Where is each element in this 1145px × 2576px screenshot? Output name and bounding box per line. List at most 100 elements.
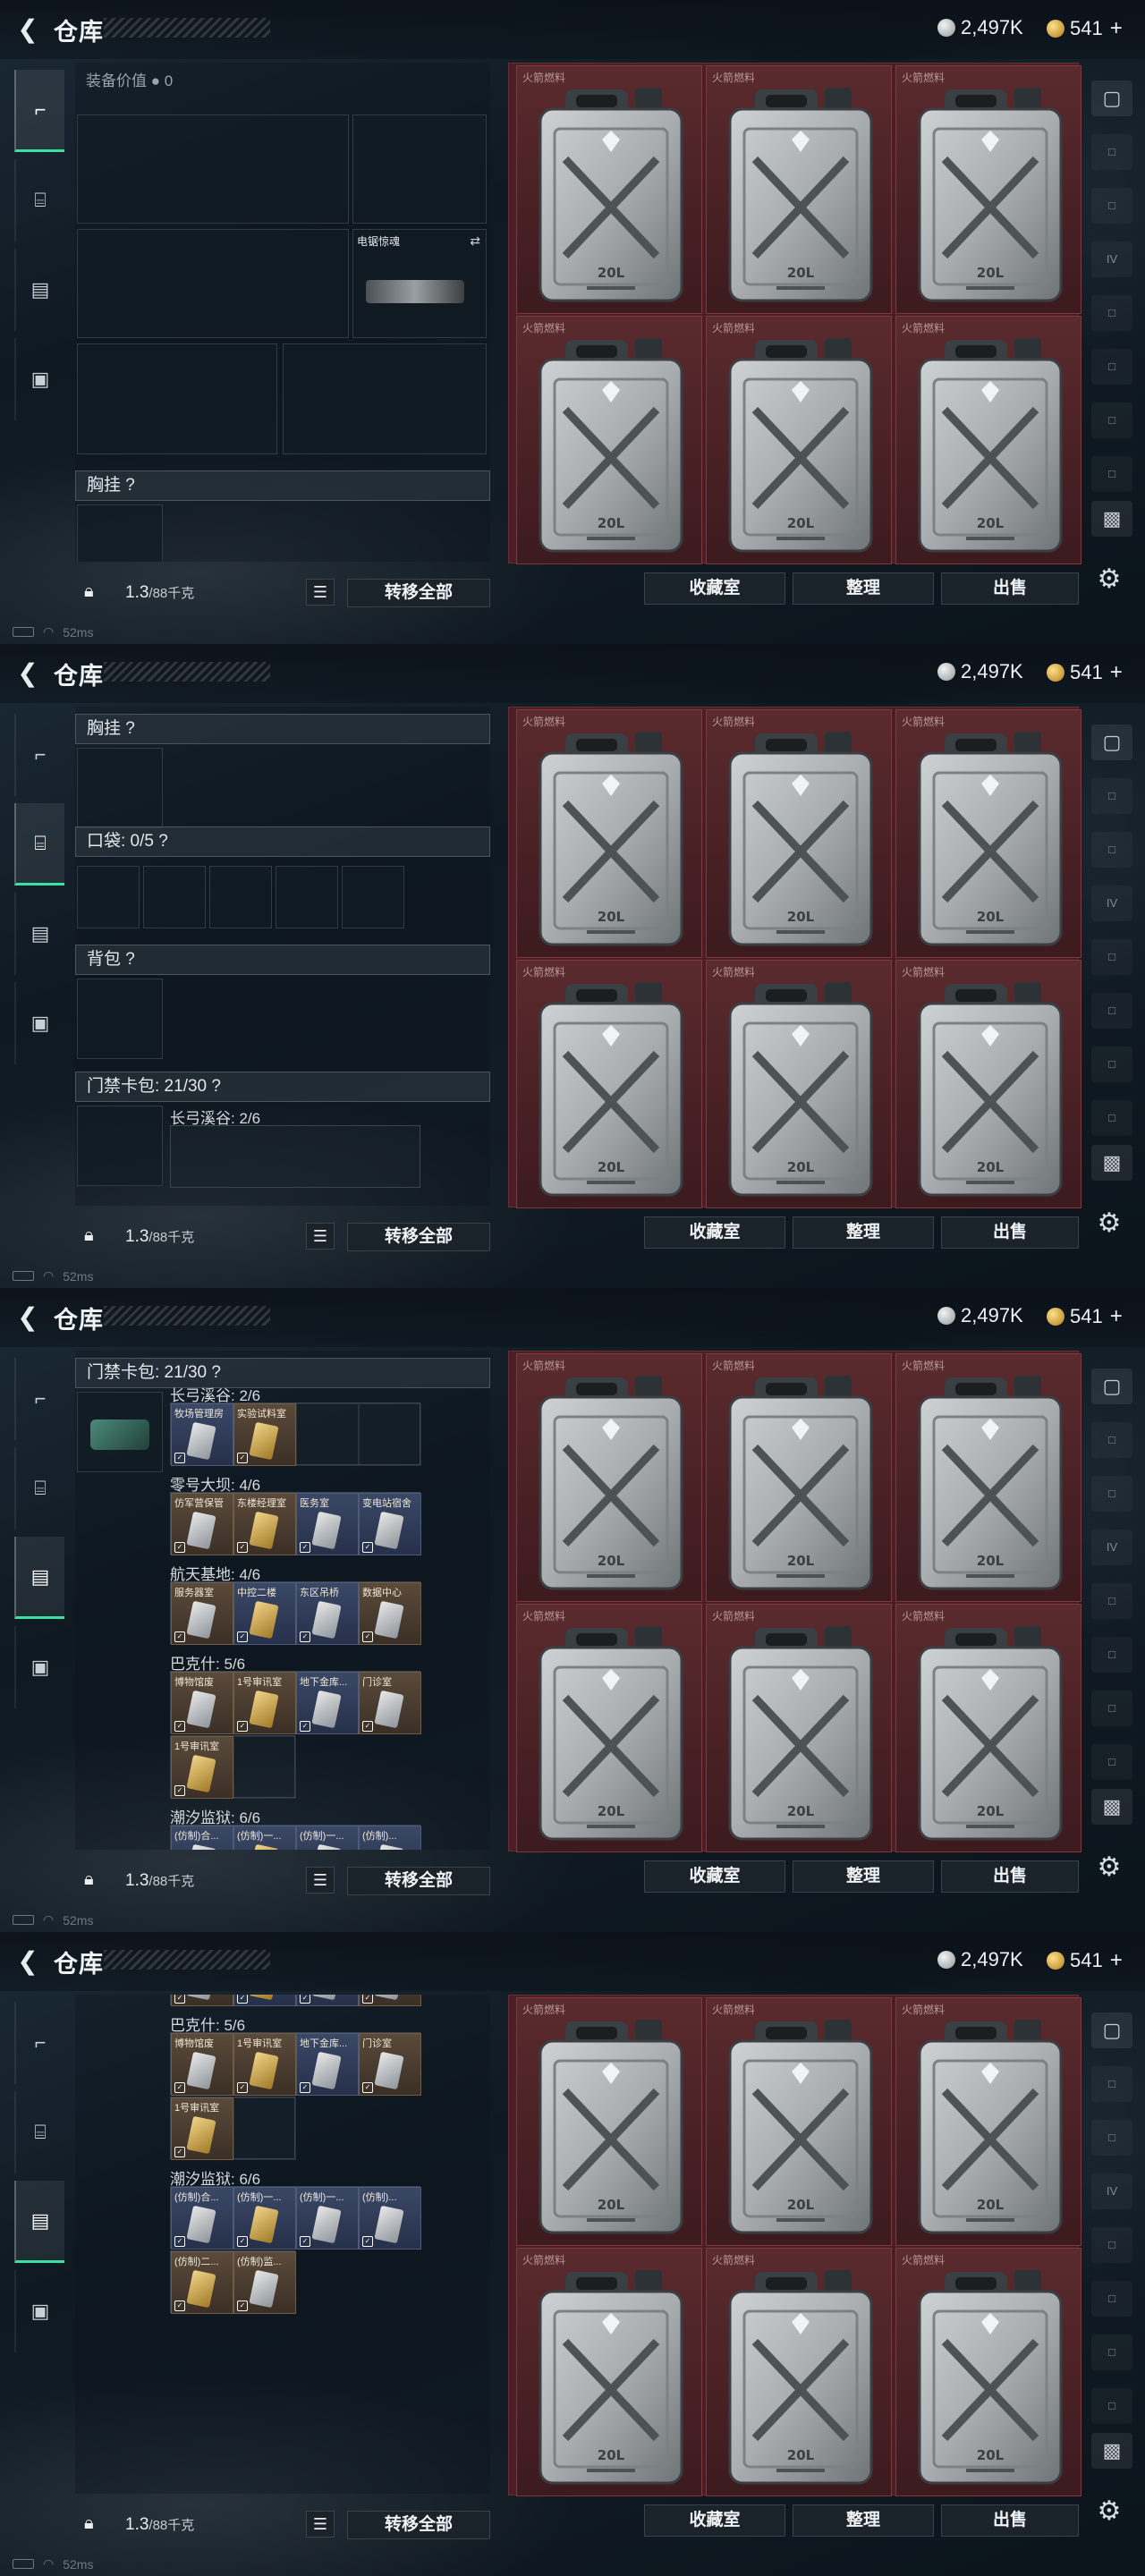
nav-case[interactable]: ▣ bbox=[14, 2270, 64, 2352]
stash-item[interactable]: 火箭燃料 20L bbox=[706, 1997, 892, 2246]
keycard[interactable]: 1号审讯室 ✓ bbox=[233, 1672, 296, 1734]
armor-slot[interactable] bbox=[283, 343, 487, 454]
gold-currency[interactable]: 541 + bbox=[1047, 660, 1123, 685]
keycard[interactable]: 门诊室 ✓ bbox=[359, 1672, 421, 1734]
list-view-button[interactable]: ☰ bbox=[306, 579, 335, 606]
settings-gear-icon[interactable]: ⚙ bbox=[1091, 2494, 1127, 2529]
chest-rig-header[interactable]: 胸挂 ? bbox=[75, 470, 490, 501]
stash-tab-2[interactable]: □ bbox=[1091, 2066, 1132, 2102]
stash-tab-main[interactable]: ▢ bbox=[1091, 2012, 1132, 2048]
stash-tab-8[interactable]: □ bbox=[1091, 1100, 1132, 1136]
stash-tab-6[interactable]: □ bbox=[1091, 349, 1132, 385]
stash-item[interactable]: 火箭燃料 20L bbox=[895, 316, 1081, 564]
secondary-weapon-slot[interactable] bbox=[77, 229, 349, 338]
keycard[interactable]: 服务器室 ✓ bbox=[171, 1582, 233, 1645]
transfer-all-button[interactable]: 转移全部 bbox=[347, 579, 490, 607]
stash-item[interactable]: 火箭燃料 20L bbox=[895, 960, 1081, 1208]
stash-item[interactable]: 火箭燃料 20L bbox=[895, 1997, 1081, 2246]
stash-tab-5[interactable]: □ bbox=[1091, 939, 1132, 975]
list-view-button[interactable]: ☰ bbox=[306, 1867, 335, 1894]
stash-item[interactable]: 火箭燃料 20L bbox=[706, 1604, 892, 1852]
keycard[interactable]: 1号审讯室 ✓ bbox=[171, 1736, 233, 1799]
stash-tab-iv[interactable]: IV bbox=[1091, 1530, 1132, 1565]
nav-weapons[interactable]: ⌐ bbox=[14, 2002, 64, 2084]
stash-tab-8[interactable]: □ bbox=[1091, 1744, 1132, 1780]
keycard[interactable]: 数据中心 ✓ bbox=[359, 1582, 421, 1645]
keycard-case-header[interactable]: 门禁卡包: 21/30 ? bbox=[75, 1358, 490, 1388]
stash-tab-5[interactable]: □ bbox=[1091, 295, 1132, 331]
keycard[interactable]: (仿制)一... ✓ bbox=[296, 1826, 359, 1850]
stash-item[interactable]: 火箭燃料 20L bbox=[895, 65, 1081, 314]
stash-tab-3[interactable]: □ bbox=[1091, 188, 1132, 224]
keycard[interactable]: 东楼经理室 ✓ bbox=[233, 1493, 296, 1555]
keycard[interactable]: 仿军营保管 ✓ bbox=[171, 1493, 233, 1555]
stash-item[interactable]: 火箭燃料 20L bbox=[895, 709, 1081, 958]
keycard[interactable]: 门诊室 ✓ bbox=[359, 2033, 421, 2096]
stash-tab-special[interactable]: ▩ bbox=[1091, 2433, 1132, 2469]
keycard-case-slot[interactable] bbox=[77, 1106, 163, 1186]
gold-currency[interactable]: 541 + bbox=[1047, 1304, 1123, 1329]
nav-case[interactable]: ▣ bbox=[14, 338, 64, 420]
keycard[interactable]: (仿制)一... ✓ bbox=[296, 2187, 359, 2250]
sell-button[interactable]: 出售 bbox=[941, 1216, 1079, 1249]
list-view-button[interactable]: ☰ bbox=[306, 1223, 335, 1250]
keycard[interactable]: 东区吊桥 ✓ bbox=[296, 1582, 359, 1645]
stash-tab-8[interactable]: □ bbox=[1091, 456, 1132, 492]
stash-tab-6[interactable]: □ bbox=[1091, 1637, 1132, 1673]
nav-keycards[interactable]: ▤ bbox=[14, 893, 64, 975]
nav-armor[interactable]: ⌸ bbox=[14, 803, 64, 886]
back-arrow-icon[interactable]: ❮ bbox=[13, 1302, 43, 1333]
stash-tab-3[interactable]: □ bbox=[1091, 832, 1132, 868]
keycard[interactable]: 东区吊桥 ✓ bbox=[296, 1995, 359, 2006]
stash-tab-7[interactable]: □ bbox=[1091, 2334, 1132, 2370]
keycard[interactable]: 博物馆废 ✓ bbox=[171, 2033, 233, 2096]
settings-gear-icon[interactable]: ⚙ bbox=[1091, 562, 1127, 597]
stash-tab-special[interactable]: ▩ bbox=[1091, 1145, 1132, 1181]
keycard[interactable]: (仿制)... ✓ bbox=[359, 1826, 421, 1850]
stash-item[interactable]: 火箭燃料 20L bbox=[895, 2248, 1081, 2496]
back-arrow-icon[interactable]: ❮ bbox=[13, 658, 43, 689]
stash-item[interactable]: 火箭燃料 20L bbox=[516, 316, 702, 564]
collection-button[interactable]: 收藏室 bbox=[644, 572, 785, 605]
sort-button[interactable]: 整理 bbox=[793, 1860, 934, 1893]
keycard[interactable]: (仿制)合... ✓ bbox=[171, 2187, 233, 2250]
stash-item[interactable]: 火箭燃料 20L bbox=[895, 1353, 1081, 1602]
sort-button[interactable]: 整理 bbox=[793, 1216, 934, 1249]
stash-tab-iv[interactable]: IV bbox=[1091, 2174, 1132, 2209]
stash-item[interactable]: 火箭燃料 20L bbox=[516, 2248, 702, 2496]
stash-item[interactable]: 火箭燃料 20L bbox=[516, 960, 702, 1208]
pocket-slot[interactable] bbox=[276, 866, 338, 928]
sort-button[interactable]: 整理 bbox=[793, 572, 934, 605]
keycard[interactable]: (仿制)合... ✓ bbox=[171, 1826, 233, 1850]
stash-tab-6[interactable]: □ bbox=[1091, 2281, 1132, 2317]
back-arrow-icon[interactable]: ❮ bbox=[13, 1946, 43, 1977]
nav-armor[interactable]: ⌸ bbox=[14, 2091, 64, 2174]
stash-tab-6[interactable]: □ bbox=[1091, 993, 1132, 1029]
pistol-slot[interactable] bbox=[352, 114, 487, 224]
keycard[interactable]: (仿制)一... ✓ bbox=[233, 2187, 296, 2250]
pockets-header[interactable]: 口袋: 0/5 ? bbox=[75, 826, 490, 857]
nav-case[interactable]: ▣ bbox=[14, 982, 64, 1064]
keycard-case-header[interactable]: 门禁卡包: 21/30 ? bbox=[75, 1072, 490, 1102]
nav-armor[interactable]: ⌸ bbox=[14, 1447, 64, 1530]
keycard[interactable]: 中控二楼 ✓ bbox=[233, 1582, 296, 1645]
keycard[interactable]: 医务室 ✓ bbox=[296, 1493, 359, 1555]
stash-tab-5[interactable]: □ bbox=[1091, 2227, 1132, 2263]
collection-button[interactable]: 收藏室 bbox=[644, 1216, 785, 1249]
stash-item[interactable]: 火箭燃料 20L bbox=[706, 316, 892, 564]
nav-armor[interactable]: ⌸ bbox=[14, 159, 64, 242]
stash-item[interactable]: 火箭燃料 20L bbox=[706, 65, 892, 314]
empty-keycard-slot[interactable] bbox=[233, 1736, 296, 1799]
stash-item[interactable]: 火箭燃料 20L bbox=[516, 1353, 702, 1602]
stash-tab-2[interactable]: □ bbox=[1091, 134, 1132, 170]
transfer-all-button[interactable]: 转移全部 bbox=[347, 1867, 490, 1895]
pocket-slot[interactable] bbox=[209, 866, 272, 928]
keycard[interactable]: (仿制)... ✓ bbox=[359, 2187, 421, 2250]
stash-tab-7[interactable]: □ bbox=[1091, 1690, 1132, 1726]
nav-case[interactable]: ▣ bbox=[14, 1626, 64, 1708]
add-currency-icon[interactable]: + bbox=[1110, 1948, 1123, 1973]
stash-tab-main[interactable]: ▢ bbox=[1091, 1368, 1132, 1404]
sell-button[interactable]: 出售 bbox=[941, 1860, 1079, 1893]
collection-button[interactable]: 收藏室 bbox=[644, 1860, 785, 1893]
stash-tab-2[interactable]: □ bbox=[1091, 1422, 1132, 1458]
